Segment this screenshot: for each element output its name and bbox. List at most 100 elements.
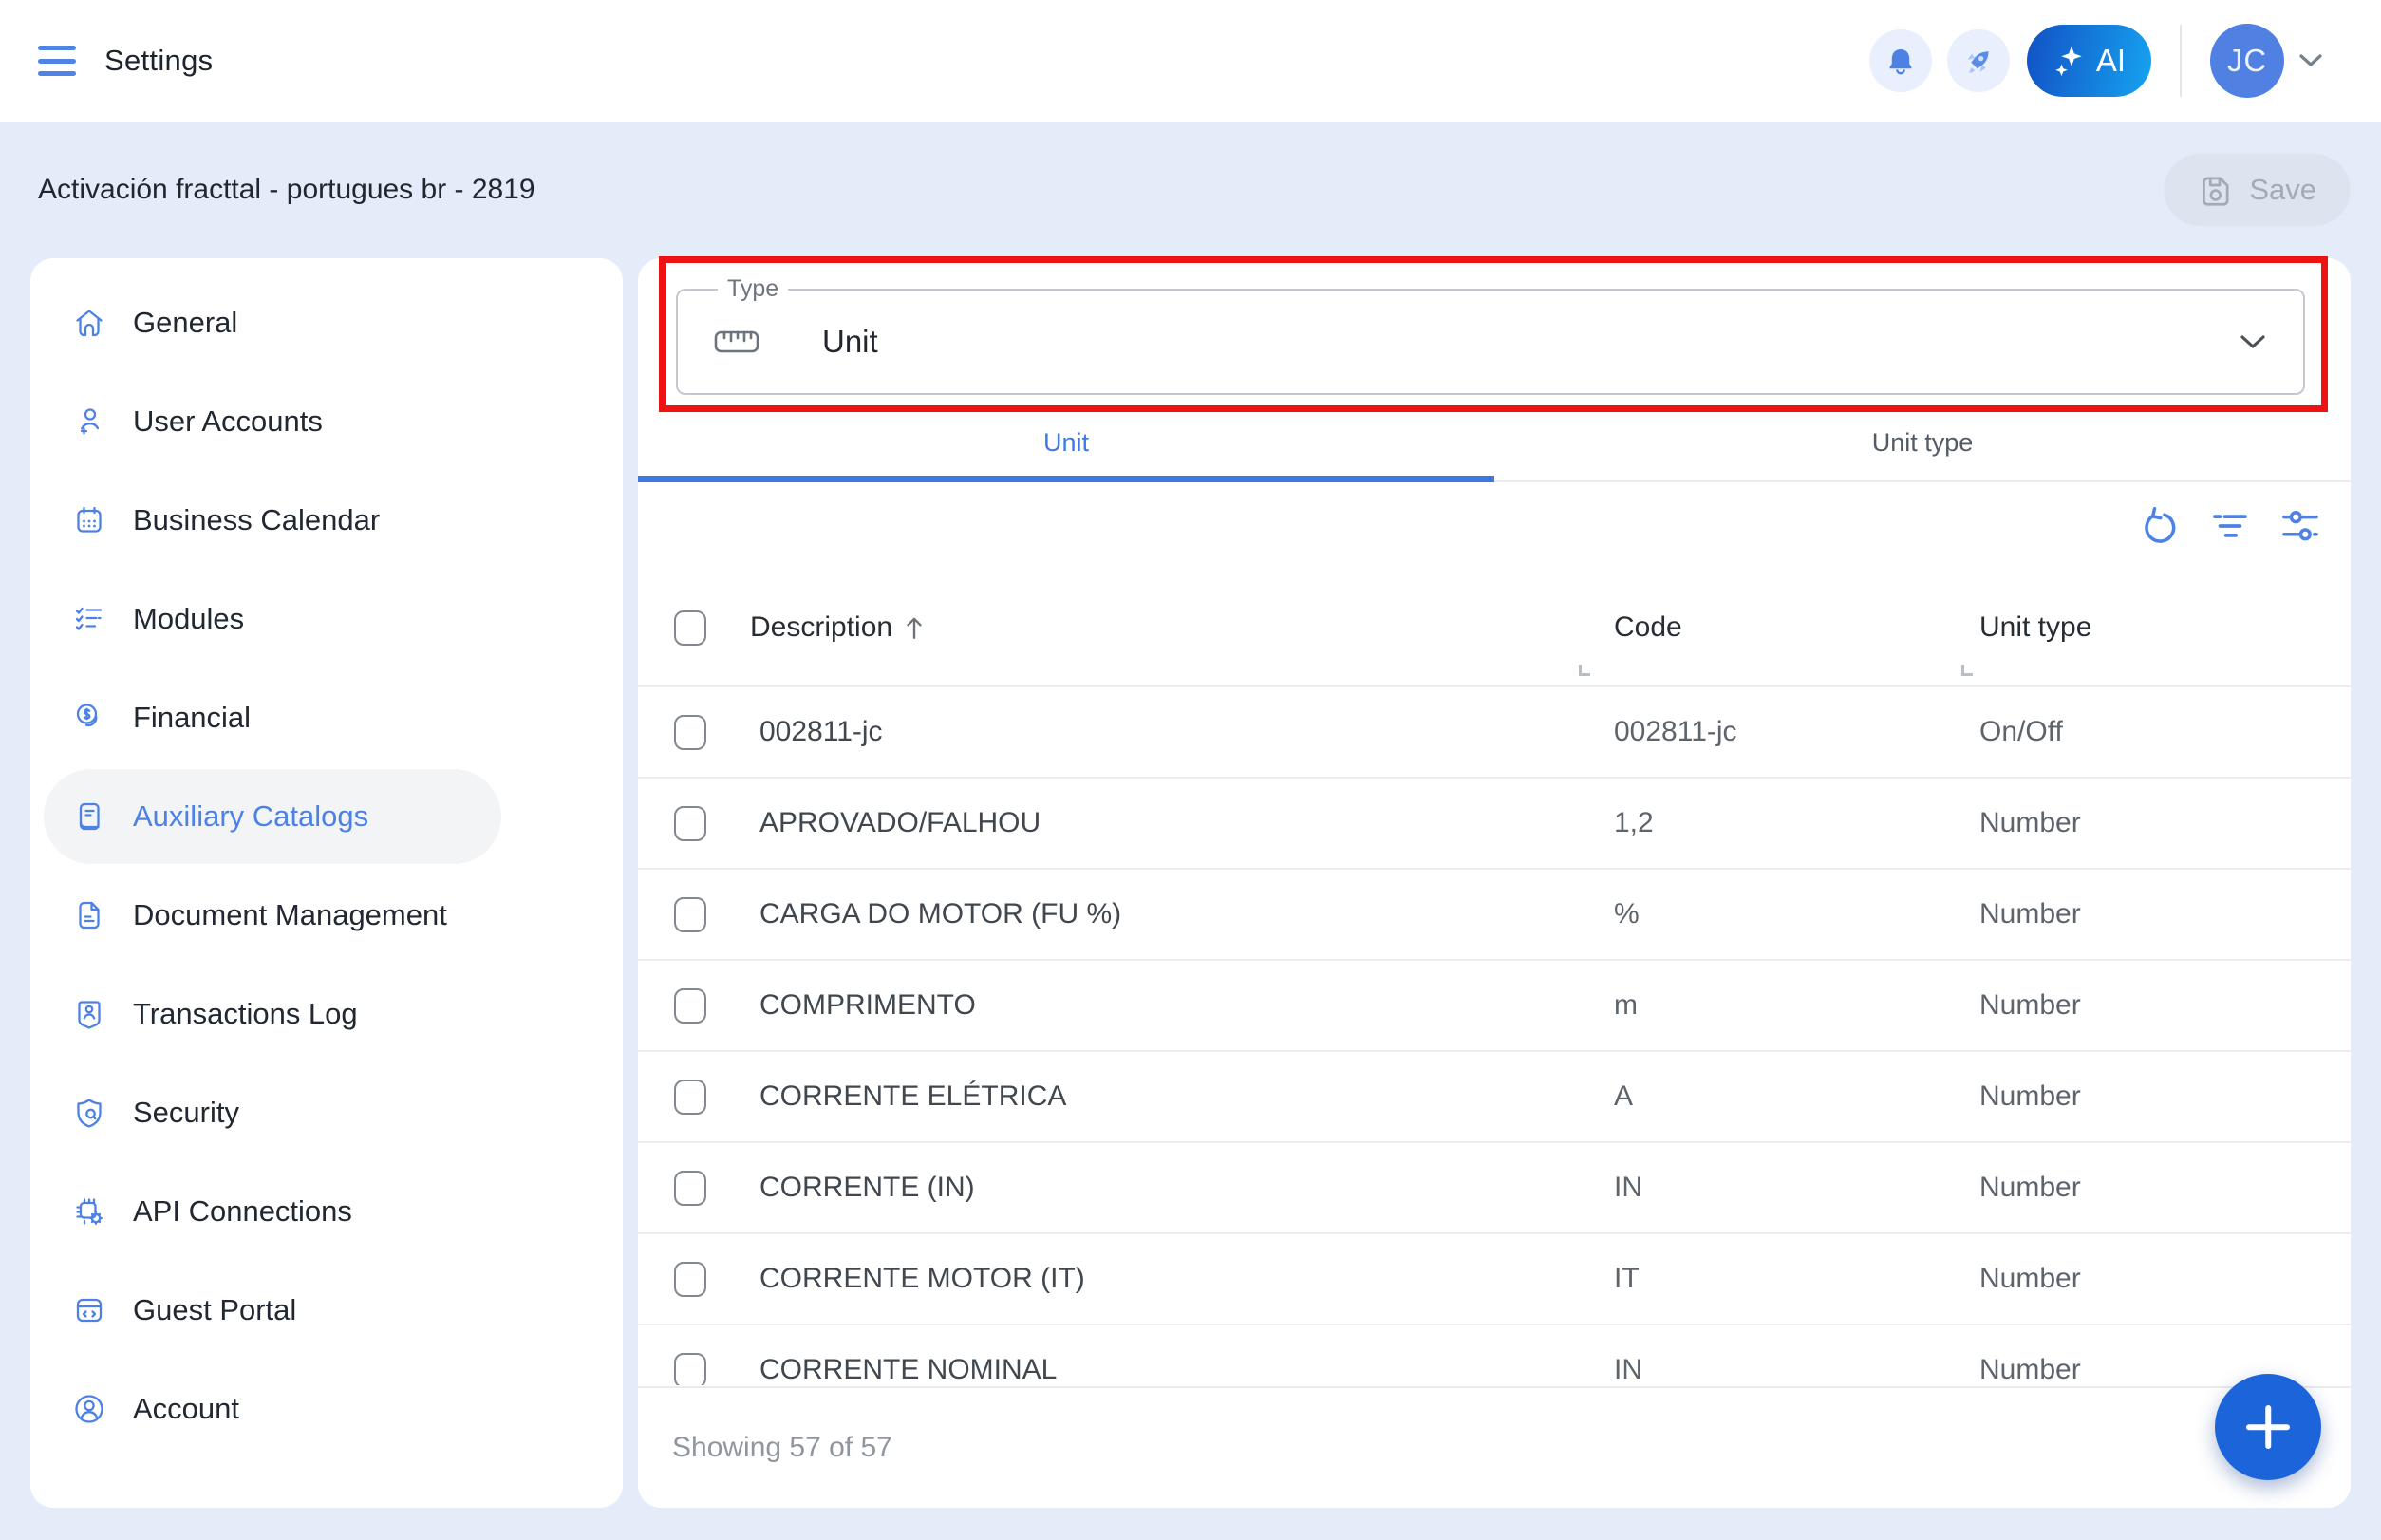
sidebar-item-financial[interactable]: Financial <box>30 668 623 767</box>
sidebar-item-account[interactable]: Account <box>30 1360 623 1458</box>
add-button[interactable] <box>2215 1374 2321 1480</box>
column-label: Description <box>750 611 892 644</box>
rocket-icon <box>1961 44 1996 78</box>
row-checkbox[interactable] <box>674 897 706 932</box>
content: General User Accounts Business Calendar … <box>0 258 2381 1508</box>
type-select[interactable]: Type Unit <box>676 289 2305 395</box>
ai-button[interactable]: AI <box>2027 25 2151 97</box>
row-checkbox[interactable] <box>674 1262 706 1297</box>
sidebar-item-label: General <box>133 306 237 340</box>
guest-portal-icon <box>72 1293 106 1327</box>
sidebar-item-transactions-log[interactable]: Transactions Log <box>30 965 623 1063</box>
cell-description: CORRENTE ELÉTRICA <box>750 1080 1614 1113</box>
table-row[interactable]: CORRENTE (IN) IN Number <box>638 1143 2351 1234</box>
cell-code: 1,2 <box>1614 807 1979 839</box>
refresh-icon[interactable] <box>2138 504 2182 548</box>
sidebar-nav: General User Accounts Business Calendar … <box>30 258 623 1508</box>
sidebar-item-auxiliary-catalogs[interactable]: Auxiliary Catalogs <box>30 767 623 866</box>
row-checkbox[interactable] <box>674 1080 706 1115</box>
avatar: JC <box>2210 24 2284 98</box>
document-icon <box>72 898 106 932</box>
save-icon <box>2198 172 2234 208</box>
table-row[interactable]: CARGA DO MOTOR (FU %) % Number <box>638 870 2351 961</box>
sidebar-item-modules[interactable]: Modules <box>30 570 623 668</box>
row-checkbox[interactable] <box>674 988 706 1024</box>
chevron-down-icon <box>2297 52 2324 69</box>
sidebar-item-security[interactable]: Security <box>30 1063 623 1162</box>
row-checkbox[interactable] <box>674 806 706 841</box>
column-label: Code <box>1614 611 1682 644</box>
cell-code: IN <box>1614 1354 1979 1385</box>
column-header-unit-type[interactable]: Unit type <box>1979 611 2351 644</box>
shield-icon <box>72 1096 106 1130</box>
cell-code: 002811-jc <box>1614 716 1979 748</box>
notifications-button[interactable] <box>1869 29 1932 92</box>
tune-icon[interactable] <box>2278 504 2322 548</box>
sidebar-item-api-connections[interactable]: API Connections <box>30 1162 623 1261</box>
sidebar-item-general[interactable]: General <box>30 273 623 372</box>
tab-unit[interactable]: Unit <box>638 410 1494 482</box>
table-row[interactable]: 002811-jc 002811-jc On/Off <box>638 687 2351 779</box>
topbar: Settings <box>0 0 2381 122</box>
ruler-icon <box>714 326 759 358</box>
sidebar-item-label: Transactions Log <box>133 997 358 1031</box>
type-select-value: Unit <box>822 324 878 360</box>
table-row[interactable]: COMPRIMENTO m Number <box>638 961 2351 1052</box>
sidebar-item-label: Account <box>133 1392 239 1426</box>
row-count-status: Showing 57 of 57 <box>672 1432 892 1464</box>
column-resize-handle[interactable] <box>1961 665 1973 676</box>
account-circle-icon <box>72 1392 106 1426</box>
cell-code: A <box>1614 1080 1979 1113</box>
cell-description: CORRENTE MOTOR (IT) <box>750 1263 1614 1295</box>
user-menu[interactable]: JC <box>2210 24 2324 98</box>
page-header: Activación fracttal - portugues br - 281… <box>0 122 2381 258</box>
sidebar-item-business-calendar[interactable]: Business Calendar <box>30 471 623 570</box>
cell-code: % <box>1614 898 1979 930</box>
row-checkbox[interactable] <box>674 1353 706 1386</box>
column-resize-handle[interactable] <box>1579 665 1590 676</box>
save-button[interactable]: Save <box>2164 154 2351 226</box>
cell-unit-type: Number <box>1979 807 2351 839</box>
ai-button-label: AI <box>2096 43 2126 79</box>
calendar-icon <box>72 503 106 537</box>
cell-unit-type: Number <box>1979 898 2351 930</box>
page-title: Settings <box>104 44 213 78</box>
sidebar-item-label: Business Calendar <box>133 503 380 537</box>
table-row[interactable]: CORRENTE NOMINAL IN Number <box>638 1325 2351 1385</box>
table-row[interactable]: CORRENTE MOTOR (IT) IT Number <box>638 1234 2351 1325</box>
menu-icon[interactable] <box>38 44 76 78</box>
column-header-description[interactable]: Description <box>750 611 1614 644</box>
cell-code: IT <box>1614 1263 1979 1295</box>
catalog-book-icon <box>72 799 106 834</box>
cell-description: APROVADO/FALHOU <box>750 807 1614 839</box>
column-header-code[interactable]: Code <box>1614 611 1979 644</box>
sidebar-item-document-management[interactable]: Document Management <box>30 866 623 965</box>
cell-description: CARGA DO MOTOR (FU %) <box>750 898 1614 930</box>
row-checkbox[interactable] <box>674 1171 706 1206</box>
cell-description: CORRENTE (IN) <box>750 1172 1614 1204</box>
table-row[interactable]: APROVADO/FALHOU 1,2 Number <box>638 779 2351 870</box>
whats-new-button[interactable] <box>1947 29 2010 92</box>
sidebar-item-label: Security <box>133 1096 239 1130</box>
checklist-icon <box>72 602 106 636</box>
type-select-label: Type <box>718 275 788 303</box>
cell-description: CORRENTE NOMINAL <box>750 1354 1614 1385</box>
cell-code: IN <box>1614 1172 1979 1204</box>
table-row[interactable]: CORRENTE ELÉTRICA A Number <box>638 1052 2351 1143</box>
cell-code: m <box>1614 989 1979 1022</box>
sidebar-item-label: Auxiliary Catalogs <box>133 799 368 834</box>
user-add-icon <box>72 404 106 439</box>
save-button-label: Save <box>2249 173 2316 207</box>
filter-icon[interactable] <box>2208 504 2252 548</box>
row-checkbox[interactable] <box>674 715 706 750</box>
sidebar-item-user-accounts[interactable]: User Accounts <box>30 372 623 471</box>
table-header: Description Code Unit type <box>638 570 2351 685</box>
table-footer: Showing 57 of 57 <box>638 1386 2351 1508</box>
tab-unit-type[interactable]: Unit type <box>1494 410 2351 482</box>
select-chevron-down-icon <box>2239 333 2267 351</box>
sidebar-item-label: Modules <box>133 602 244 636</box>
finance-coin-icon <box>72 701 106 735</box>
sidebar-item-guest-portal[interactable]: Guest Portal <box>30 1261 623 1360</box>
cell-unit-type: Number <box>1979 1263 2351 1295</box>
select-all-checkbox[interactable] <box>674 610 706 646</box>
